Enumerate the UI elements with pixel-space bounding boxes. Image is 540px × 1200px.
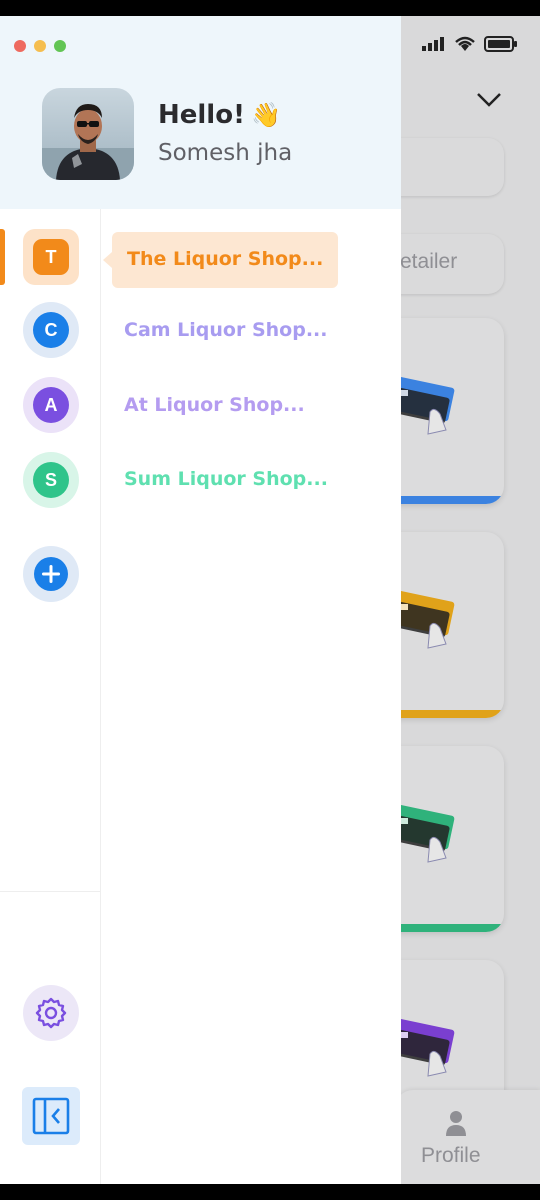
chevron-down-icon[interactable] bbox=[476, 92, 502, 108]
greeting-text: Hello! bbox=[158, 100, 245, 130]
shop-item-sum-liquor-shop[interactable]: Sum Liquor Shop... bbox=[124, 468, 328, 490]
shop-letter: C bbox=[33, 312, 69, 348]
credit-card-hand-icon bbox=[390, 804, 455, 863]
system-top-bar bbox=[0, 0, 540, 16]
add-shop-button[interactable] bbox=[23, 546, 79, 602]
minimize-dot-icon[interactable] bbox=[34, 40, 46, 52]
shop-avatar-a[interactable]: A bbox=[23, 377, 79, 433]
maximize-dot-icon[interactable] bbox=[54, 40, 66, 52]
shop-item-cam-liquor-shop[interactable]: Cam Liquor Shop... bbox=[124, 319, 327, 341]
credit-card-hand-icon bbox=[390, 590, 455, 649]
shop-drawer: Hello! 👋 Somesh jha T C A S The Liquor S… bbox=[0, 16, 401, 1184]
profile-tab-label[interactable]: Profile bbox=[421, 1144, 481, 1168]
close-dot-icon[interactable] bbox=[14, 40, 26, 52]
gear-icon bbox=[35, 997, 67, 1029]
credit-card-hand-icon bbox=[390, 1018, 455, 1077]
avatar[interactable] bbox=[42, 88, 134, 180]
user-name: Somesh jha bbox=[158, 140, 293, 166]
drawer-header: Hello! 👋 Somesh jha bbox=[0, 16, 401, 209]
shop-letter: T bbox=[33, 239, 69, 275]
retailer-placeholder: etailer bbox=[400, 250, 458, 273]
status-bar-icons bbox=[422, 36, 518, 52]
signal-icon bbox=[422, 37, 444, 51]
shop-avatar-t[interactable]: T bbox=[23, 229, 79, 285]
shop-avatar-s[interactable]: S bbox=[23, 452, 79, 508]
shop-avatar-c[interactable]: C bbox=[23, 302, 79, 358]
collapse-sidebar-icon bbox=[32, 1097, 70, 1135]
shop-item-at-liquor-shop[interactable]: At Liquor Shop... bbox=[124, 394, 305, 416]
credit-card-hand-icon bbox=[390, 376, 455, 435]
window-controls bbox=[14, 40, 66, 52]
shop-item-the-liquor-shop[interactable]: The Liquor Shop... bbox=[127, 248, 323, 270]
plus-icon bbox=[34, 557, 68, 591]
collapse-drawer-button[interactable] bbox=[22, 1087, 80, 1145]
greeting: Hello! 👋 bbox=[158, 100, 281, 130]
wifi-icon bbox=[455, 36, 475, 51]
active-indicator bbox=[0, 229, 5, 285]
system-bottom-bar bbox=[0, 1184, 540, 1200]
shop-letter: A bbox=[33, 387, 69, 423]
settings-button[interactable] bbox=[23, 985, 79, 1041]
battery-icon bbox=[484, 36, 517, 52]
profile-icon[interactable] bbox=[445, 1110, 467, 1136]
bottom-nav: Profile bbox=[395, 1090, 540, 1184]
shop-letter: S bbox=[33, 462, 69, 498]
waving-hand-icon: 👋 bbox=[250, 101, 281, 129]
shop-rail: T C A S bbox=[0, 209, 101, 1184]
rail-divider bbox=[0, 891, 101, 892]
